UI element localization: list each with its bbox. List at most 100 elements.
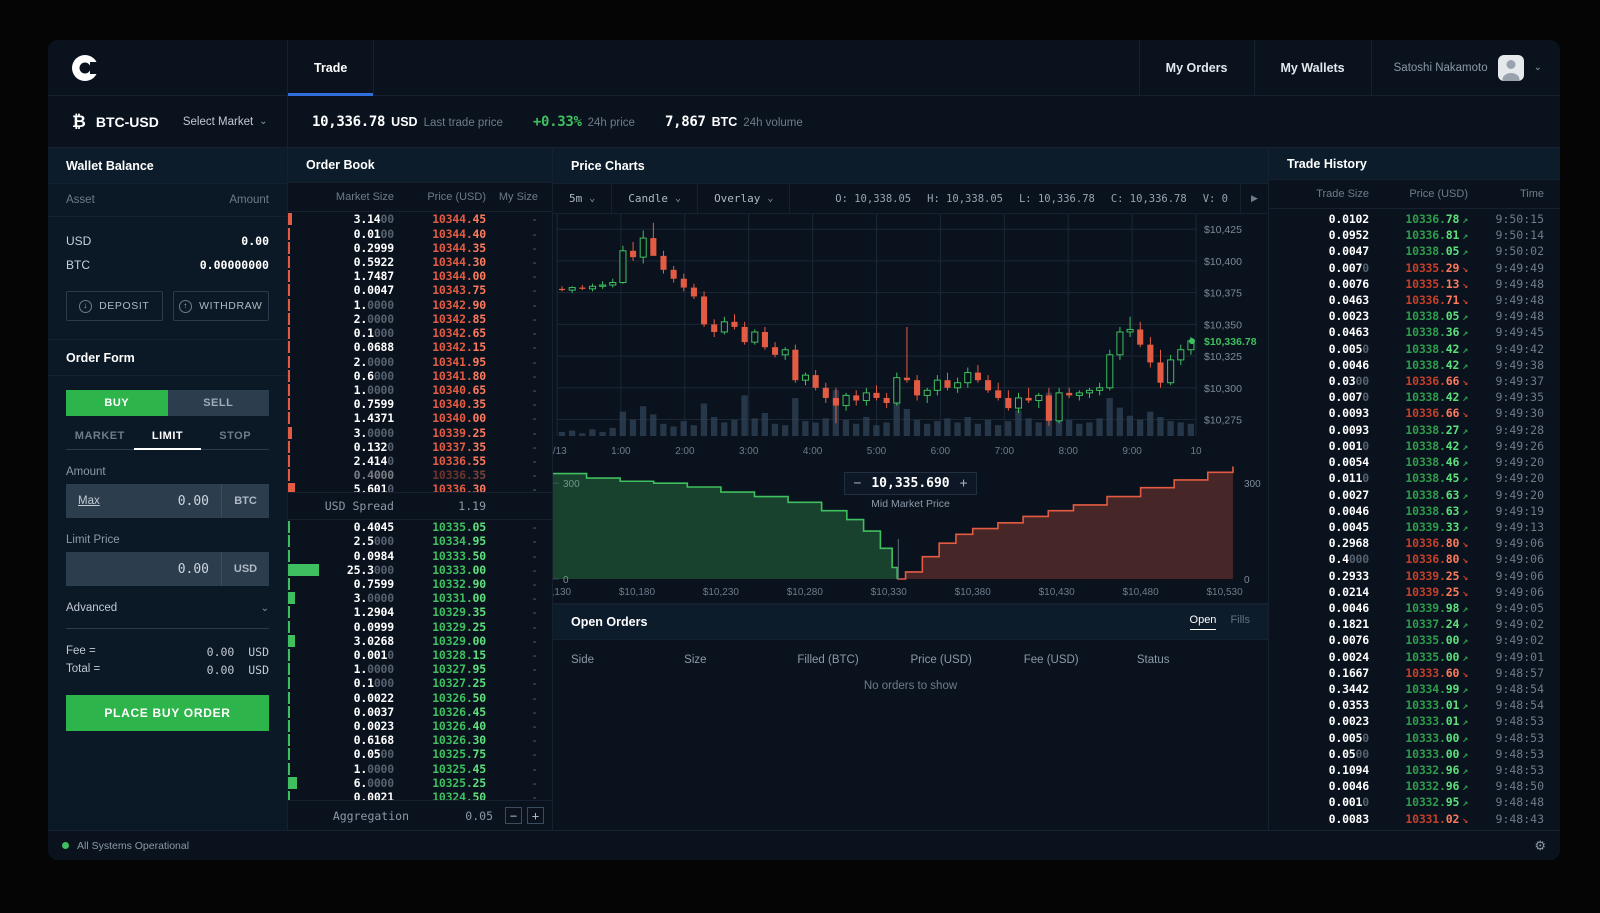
order-book-bids[interactable]: 0.4045 10335.05 - 2.5000 10334.95 - 0.0984 1033… [288, 520, 552, 800]
trade-history-row[interactable]: 0.0110 10338.45 ↗ 9:49:20 [1269, 471, 1560, 487]
trade-history-row[interactable]: 0.0054 10338.46 ↗ 9:49:20 [1269, 455, 1560, 471]
order-book-row[interactable]: 2.5000 10334.95 - [288, 534, 552, 548]
order-book-row[interactable]: 0.0100 10344.40 - [288, 227, 552, 241]
order-book-row[interactable]: 1.2904 10329.35 - [288, 605, 552, 619]
buy-button[interactable]: BUY [66, 390, 168, 416]
trade-history-row[interactable]: 0.0023 10333.01 ↗ 9:48:53 [1269, 714, 1560, 730]
order-book-row[interactable]: 0.0023 10326.40 - [288, 719, 552, 733]
order-book-row[interactable]: 6.0000 10325.25 - [288, 776, 552, 790]
order-book-row[interactable]: 0.7599 10340.35 - [288, 397, 552, 411]
order-book-row[interactable]: 0.0022 10326.50 - [288, 691, 552, 705]
nav-my-orders[interactable]: My Orders [1138, 40, 1254, 95]
plus-icon[interactable]: + [527, 807, 544, 824]
trade-history-row[interactable]: 0.0500 10333.00 ↗ 9:48:53 [1269, 747, 1560, 763]
order-book-row[interactable]: 0.7599 10332.90 - [288, 577, 552, 591]
trade-history-row[interactable]: 0.2968 10336.80 ↘ 9:49:06 [1269, 536, 1560, 552]
app-logo[interactable] [48, 40, 288, 95]
order-book-row[interactable]: 0.0047 10343.75 - [288, 283, 552, 297]
trade-history-row[interactable]: 0.0093 10336.66 ↘ 9:49:30 [1269, 406, 1560, 422]
trade-history-row[interactable]: 0.0070 10338.42 ↗ 9:49:35 [1269, 390, 1560, 406]
trade-history-row[interactable]: 0.4000 10336.80 ↘ 9:49:06 [1269, 552, 1560, 568]
tab-trade[interactable]: Trade [288, 40, 375, 96]
tab-open[interactable]: Open [1189, 614, 1217, 630]
trade-history-row[interactable]: 0.0046 10339.98 ↗ 9:49:05 [1269, 601, 1560, 617]
order-book-row[interactable]: 0.0688 10342.15 - [288, 340, 552, 354]
trade-history-row[interactable]: 0.0027 10338.63 ↗ 9:49:20 [1269, 488, 1560, 504]
trade-history-row[interactable]: 0.0952 10336.81 ↗ 9:50:14 [1269, 228, 1560, 244]
minus-icon[interactable]: − [854, 476, 862, 491]
trade-history-row[interactable]: 0.0070 10335.29 ↘ 9:49:49 [1269, 261, 1560, 277]
order-book-row[interactable]: 0.5922 10344.30 - [288, 255, 552, 269]
trade-history-row[interactable]: 0.0046 10338.42 ↗ 9:49:38 [1269, 358, 1560, 374]
amount-field[interactable]: Max 0.00 BTC [66, 484, 269, 518]
deposit-button[interactable]: ↓ DEPOSIT [66, 291, 163, 321]
trade-history-row[interactable]: 0.0093 10338.27 ↗ 9:49:28 [1269, 423, 1560, 439]
order-book-row[interactable]: 3.0268 10329.00 - [288, 634, 552, 648]
trade-history-row[interactable]: 0.0076 10335.13 ↘ 9:49:48 [1269, 277, 1560, 293]
order-book-row[interactable]: 0.2999 10344.35 - [288, 241, 552, 255]
interval-dropdown[interactable]: 5m ⌄ [553, 184, 613, 213]
order-book-row[interactable]: 3.1400 10344.45 - [288, 212, 552, 226]
order-book-row[interactable]: 0.0021 10324.50 - [288, 790, 552, 800]
order-book-row[interactable]: 0.1000 10342.65 - [288, 326, 552, 340]
amount-input[interactable]: 0.00 [100, 494, 221, 509]
trade-history-row[interactable]: 0.0102 10336.78 ↗ 9:50:15 [1269, 212, 1560, 228]
plus-icon[interactable]: + [960, 476, 968, 491]
overlay-dropdown[interactable]: Overlay ⌄ [698, 184, 791, 213]
trade-history-row[interactable]: 0.0010 10332.95 ↗ 9:48:48 [1269, 795, 1560, 811]
trade-history-row[interactable]: 0.0045 10339.33 ↗ 9:49:13 [1269, 520, 1560, 536]
order-book-row[interactable]: 0.0010 10328.15 - [288, 648, 552, 662]
order-book-row[interactable]: 0.4000 10336.35 - [288, 468, 552, 482]
select-market-dropdown[interactable]: Select Market ⌄ [183, 116, 268, 128]
trade-history-row[interactable]: 0.0046 10338.63 ↗ 9:49:19 [1269, 504, 1560, 520]
trade-history-row[interactable]: 0.0050 10333.00 ↗ 9:48:53 [1269, 731, 1560, 747]
order-book-row[interactable]: 0.0500 10325.75 - [288, 747, 552, 761]
chart-type-dropdown[interactable]: Candle ⌄ [612, 184, 699, 213]
order-book-row[interactable]: 1.0000 10340.65 - [288, 383, 552, 397]
trade-history-row[interactable]: 0.0463 10338.36 ↗ 9:49:45 [1269, 325, 1560, 341]
order-book-row[interactable]: 0.0037 10326.45 - [288, 705, 552, 719]
order-book-row[interactable]: 0.0999 10329.25 - [288, 620, 552, 634]
amount-max-button[interactable]: Max [66, 495, 100, 507]
order-book-row[interactable]: 1.0000 10325.45 - [288, 762, 552, 776]
tab-fills[interactable]: Fills [1230, 614, 1250, 630]
trade-history-rows[interactable]: 0.0102 10336.78 ↗ 9:50:15 0.0952 10336.81 ↗ 9:5… [1269, 209, 1560, 830]
order-book-row[interactable]: 2.0000 10341.95 - [288, 355, 552, 369]
play-icon[interactable]: ▶ [1240, 184, 1268, 213]
trade-history-row[interactable]: 0.0353 10333.01 ↗ 9:48:54 [1269, 698, 1560, 714]
order-book-row[interactable]: 1.0000 10327.95 - [288, 662, 552, 676]
tab-stop[interactable]: STOP [201, 430, 269, 449]
order-book-row[interactable]: 0.1320 10337.35 - [288, 440, 552, 454]
order-book-row[interactable]: 0.6000 10341.80 - [288, 369, 552, 383]
trade-history-row[interactable]: 0.0046 10332.96 ↗ 9:48:50 [1269, 779, 1560, 795]
order-book-row[interactable]: 0.0984 10333.50 - [288, 549, 552, 563]
trade-history-row[interactable]: 0.0050 10338.42 ↗ 9:49:42 [1269, 342, 1560, 358]
user-menu[interactable]: Satoshi Nakamoto ⌄ [1370, 40, 1560, 95]
withdraw-button[interactable]: ↑ WITHDRAW [172, 291, 269, 321]
trade-history-row[interactable]: 0.0214 10339.25 ↘ 9:49:06 [1269, 585, 1560, 601]
advanced-toggle[interactable]: Advanced ⌄ [66, 602, 269, 614]
candlestick-chart[interactable]: $10,275 $10,300 $10,325 $10,350 $10,375 $10,4… [547, 214, 1268, 464]
trade-history-row[interactable]: 0.0300 10336.66 ↘ 9:49:37 [1269, 374, 1560, 390]
order-book-row[interactable]: 25.3000 10333.00- [288, 563, 552, 577]
trade-history-row[interactable]: 0.0463 10336.71 ↘ 9:49:48 [1269, 293, 1560, 309]
order-book-row[interactable]: 1.7487 10344.00 - [288, 269, 552, 283]
order-book-row[interactable]: 0.4045 10335.05 - [288, 520, 552, 534]
nav-my-wallets[interactable]: My Wallets [1253, 40, 1371, 95]
minus-icon[interactable]: − [505, 807, 522, 824]
order-book-row[interactable]: 0.1000 10327.25 - [288, 676, 552, 690]
place-buy-order-button[interactable]: PLACE BUY ORDER [66, 695, 269, 731]
trade-history-row[interactable]: 0.3442 10334.99 ↗ 9:48:54 [1269, 682, 1560, 698]
tab-market[interactable]: MARKET [66, 430, 134, 449]
trade-history-row[interactable]: 0.0024 10335.00 ↗ 9:49:01 [1269, 650, 1560, 666]
trade-history-row[interactable]: 0.1667 10333.60 ↘ 9:48:57 [1269, 666, 1560, 682]
tab-limit[interactable]: LIMIT [133, 430, 202, 450]
trade-history-row[interactable]: 0.0047 10338.05 ↗ 9:50:02 [1269, 244, 1560, 260]
trade-history-row[interactable]: 0.1821 10337.24 ↗ 9:49:02 [1269, 617, 1560, 633]
trade-history-row[interactable]: 0.0076 10335.00 ↗ 9:49:02 [1269, 633, 1560, 649]
limit-price-field[interactable]: 0.00 USD [66, 552, 269, 586]
trade-history-row[interactable]: 0.0010 10338.42 ↗ 9:49:26 [1269, 439, 1560, 455]
trade-history-row[interactable]: 0.0083 10331.02 ↘ 9:48:43 [1269, 812, 1560, 828]
trade-history-row[interactable]: 0.2933 10339.25 ↘ 9:49:06 [1269, 569, 1560, 585]
sell-button[interactable]: SELL [167, 390, 269, 416]
